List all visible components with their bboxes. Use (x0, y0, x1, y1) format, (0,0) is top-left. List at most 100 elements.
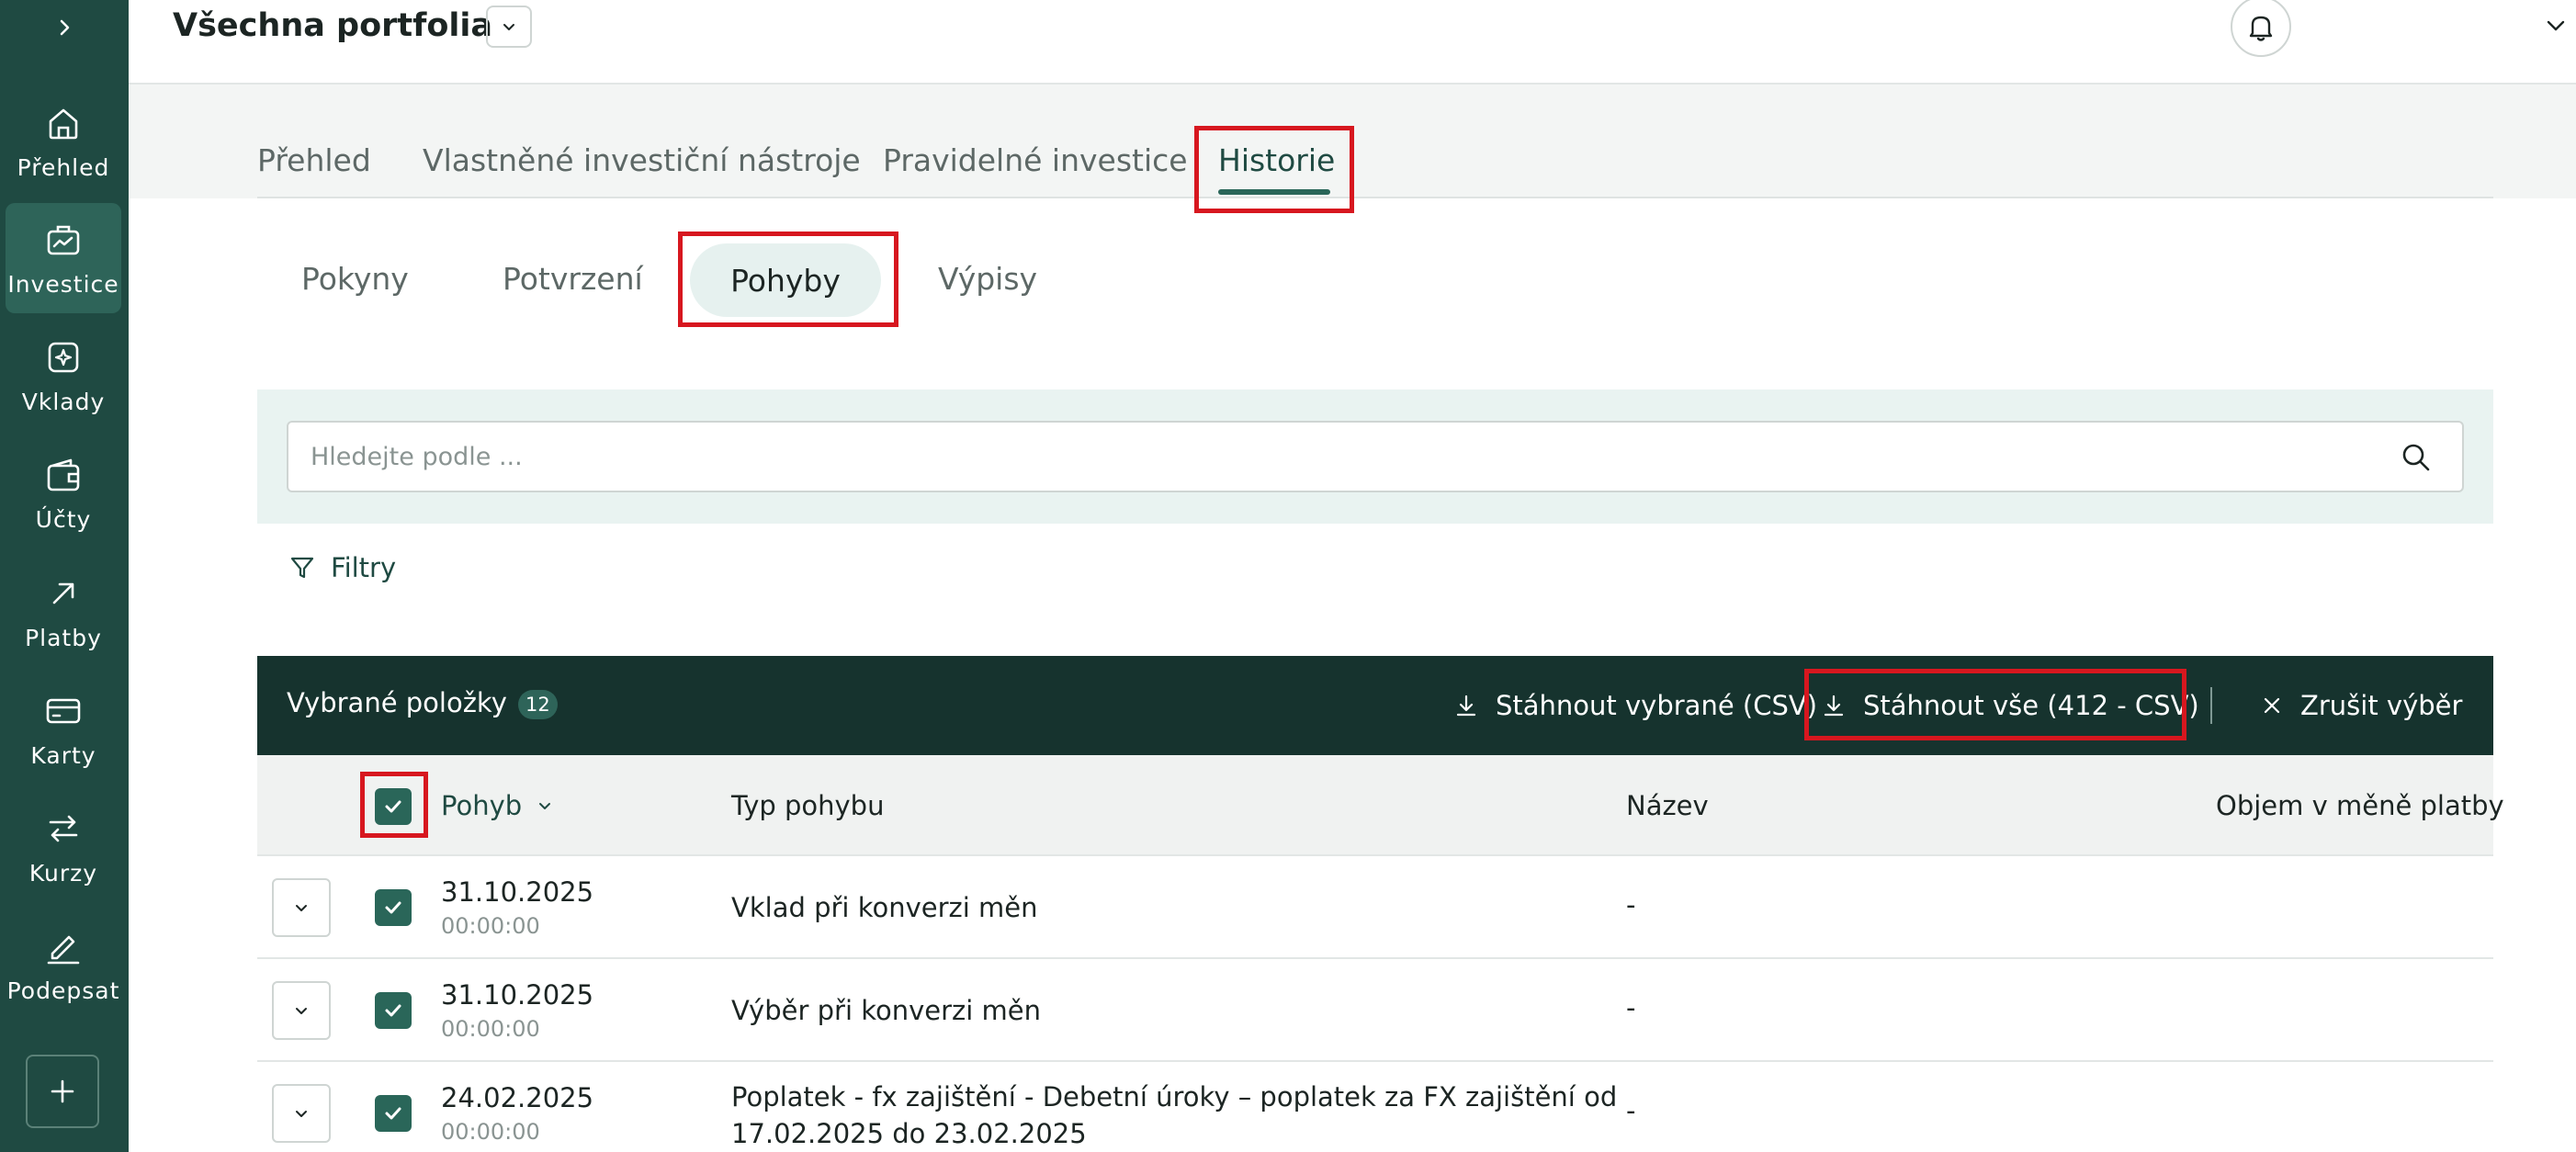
sidebar-item-kurzy[interactable]: Kurzy (6, 792, 121, 902)
tab-vlastnene-nastroje[interactable]: Vlastněné investiční nástroje (423, 142, 861, 178)
column-header-typ-pohybu: Typ pohybu (731, 790, 885, 821)
selected-count-badge: 12 (518, 690, 558, 719)
search-icon[interactable] (2400, 441, 2433, 474)
row-time: 00:00:00 (441, 1119, 540, 1145)
tab-prehled[interactable]: Přehled (257, 142, 371, 178)
sidebar-item-vklady[interactable]: Vklady (6, 321, 121, 431)
sidebar-item-label: Účty (35, 505, 92, 533)
top-bar: Všechna portfolia (129, 0, 2576, 85)
chevron-down-icon (296, 1111, 307, 1117)
subtab-pohyby[interactable]: Pohyby (690, 243, 881, 317)
check-icon (385, 800, 401, 813)
user-menu-button[interactable] (2539, 9, 2572, 42)
filter-icon (290, 557, 314, 579)
filters-button[interactable]: Filtry (288, 549, 396, 586)
download-selected-label: Stáhnout vybrané (CSV) (1496, 690, 1818, 721)
tab-pravidelne-investice[interactable]: Pravidelné investice (883, 142, 1188, 178)
portfolio-dropdown-button[interactable] (486, 6, 532, 48)
download-icon (1456, 695, 1476, 717)
close-icon (2264, 697, 2280, 714)
row-checkbox[interactable] (375, 889, 412, 926)
chevron-down-icon (2547, 20, 2565, 31)
column-header-label: Pohyb (441, 790, 523, 821)
tab-historie[interactable]: Historie (1218, 142, 1335, 178)
filters-label: Filtry (331, 552, 397, 583)
bell-icon (2249, 16, 2273, 41)
download-all-label: Stáhnout vše (412 - CSV) (1863, 690, 2199, 721)
sidebar-item-label: Kurzy (28, 859, 98, 887)
select-all-checkbox[interactable] (375, 788, 412, 825)
row-time: 00:00:00 (441, 1016, 540, 1042)
sidebar-item-ucty[interactable]: Účty (6, 438, 121, 548)
download-selected-button[interactable]: Stáhnout vybrané (CSV) (1453, 656, 1817, 755)
cancel-selection-label: Zrušit výběr (2300, 690, 2463, 721)
column-header-nazev: Název (1626, 790, 1709, 821)
sidebar-item-karty[interactable]: Karty (6, 674, 121, 785)
sidebar: Přehled Investice Vklady Účty Platby Kar… (0, 0, 129, 1152)
sidebar-item-label: Investice (7, 270, 119, 298)
cancel-selection-button[interactable]: Zrušit výběr (2260, 656, 2462, 755)
add-button[interactable] (26, 1055, 99, 1128)
sidebar-item-prehled[interactable]: Přehled (6, 86, 121, 197)
row-checkbox[interactable] (375, 992, 412, 1029)
sidebar-item-platby[interactable]: Platby (6, 557, 121, 667)
table-row[interactable]: 24.02.2025 00:00:00 Poplatek - fx zajišt… (257, 1062, 2493, 1152)
deposit-icon (43, 337, 84, 378)
subtab-vypisy[interactable]: Výpisy (938, 261, 1037, 297)
notifications-button[interactable] (2231, 0, 2291, 57)
selection-bar-divider (2210, 687, 2212, 724)
expand-row-button[interactable] (272, 1084, 331, 1143)
selection-bar: Vybrané položky 12 Stáhnout vybrané (CSV… (257, 656, 2493, 755)
card-icon (43, 691, 84, 731)
column-header-pohyb[interactable]: Pohyb (441, 755, 553, 856)
sidebar-expand-button[interactable] (0, 0, 129, 55)
expand-row-button[interactable] (272, 981, 331, 1040)
arrow-up-right-icon (43, 573, 84, 614)
chevron-down-icon (503, 24, 514, 30)
check-icon (385, 1004, 401, 1017)
chevron-down-icon (296, 905, 307, 911)
sidebar-item-investice[interactable]: Investice (6, 203, 121, 313)
row-type: Poplatek - fx zajištění - Debetní úroky … (731, 1081, 1618, 1149)
plus-icon (51, 1079, 74, 1103)
table-header: Pohyb Typ pohybu Název Objem v měně plat… (257, 755, 2504, 856)
subtab-potvrzeni[interactable]: Potvrzení (503, 261, 643, 297)
chevron-down-icon (539, 803, 551, 809)
search-box (287, 421, 2464, 492)
download-all-button[interactable]: Stáhnout vše (412 - CSV) (1821, 656, 2199, 755)
pen-icon (43, 926, 84, 966)
exchange-icon (43, 808, 84, 849)
row-date: 24.02.2025 (441, 1082, 594, 1113)
sidebar-item-podepsat[interactable]: Podepsat (6, 909, 121, 1020)
sidebar-item-label: Podepsat (6, 977, 120, 1004)
sidebar-item-label: Platby (25, 624, 102, 651)
sidebar-item-label: Karty (30, 741, 96, 769)
row-name: - (1626, 889, 1636, 920)
check-icon (385, 1107, 401, 1120)
page-title: Všechna portfolia (173, 7, 493, 44)
column-header-objem: Objem v měně platby (2216, 790, 2504, 821)
sidebar-item-label: Vklady (21, 388, 106, 415)
row-checkbox[interactable] (375, 1095, 412, 1132)
row-date: 31.10.2025 (441, 876, 594, 908)
selected-items-label: Vybrané položky (287, 687, 507, 718)
chevron-right-icon (60, 19, 70, 36)
check-icon (385, 901, 401, 914)
table-row[interactable]: 31.10.2025 00:00:00 Vklad při konverzi m… (257, 856, 2493, 959)
chevron-down-icon (296, 1008, 307, 1014)
wallet-icon (43, 455, 84, 495)
expand-row-button[interactable] (272, 878, 331, 937)
row-type: Vklad při konverzi měn (731, 892, 1038, 923)
row-time: 00:00:00 (441, 913, 540, 939)
row-name: - (1626, 992, 1636, 1023)
row-name: - (1626, 1095, 1636, 1126)
briefcase-chart-icon (43, 220, 84, 260)
row-date: 31.10.2025 (441, 979, 594, 1011)
download-icon (1824, 695, 1844, 717)
home-icon (43, 103, 84, 143)
search-input[interactable] (311, 423, 2378, 491)
subtab-pokyny[interactable]: Pokyny (301, 261, 409, 297)
table-row[interactable]: 31.10.2025 00:00:00 Výběr při konverzi m… (257, 959, 2493, 1062)
sidebar-item-label: Přehled (17, 153, 110, 181)
row-type: Výběr při konverzi měn (731, 995, 1041, 1026)
